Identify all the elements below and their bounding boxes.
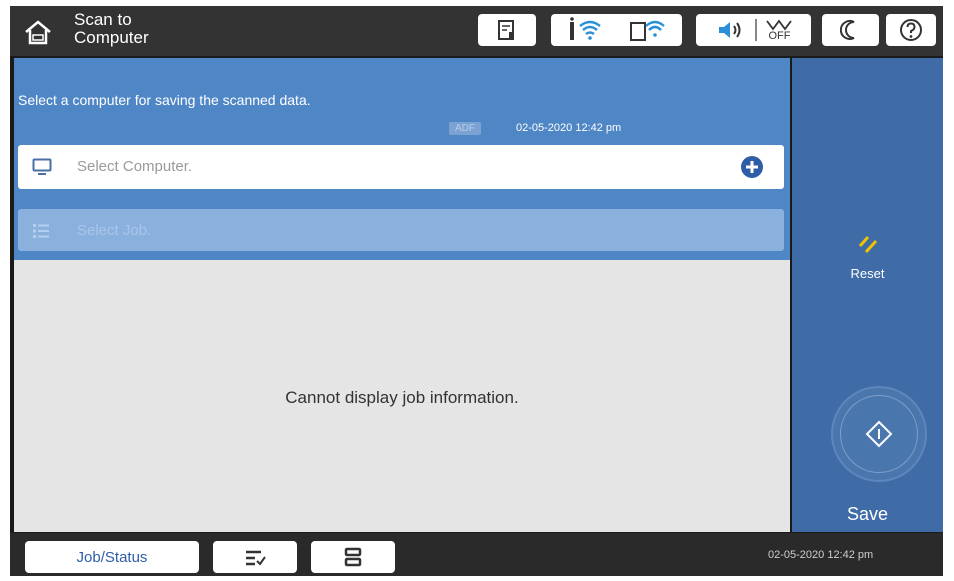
reset-button[interactable]: Reset [792,233,943,281]
eco-off-label: OFF [768,30,791,42]
computer-icon [32,158,52,175]
adf-badge: ADF [449,122,481,135]
help-icon [900,19,922,41]
network-status-button[interactable] [551,14,682,46]
start-diamond-icon [865,420,893,448]
top-bar: Scan to Computer OFF [10,6,943,56]
screen-title: Scan to Computer [74,11,149,47]
supply-status-button[interactable] [478,14,536,46]
title-line-1: Scan to [74,10,132,29]
printer-icon [344,547,362,567]
settings-panel: Select a computer for saving the scanned… [14,58,790,260]
select-computer-label: Select Computer. [77,158,193,175]
wifi-icon [569,17,601,40]
printer-status-button[interactable] [311,541,395,573]
job-status-button[interactable]: Job/Status [25,541,199,573]
select-job-label: Select Job. [77,222,152,239]
help-button[interactable] [886,14,936,46]
title-line-2: Computer [74,28,149,47]
volume-icon [718,22,740,38]
home-button[interactable] [16,14,60,50]
job-info-message: Cannot display job information. [285,388,519,407]
reset-icon [858,236,877,254]
add-computer-icon[interactable] [740,155,764,179]
select-job-field[interactable]: Select Job. [18,209,784,251]
save-start-button[interactable] [831,386,927,482]
paper-cartridge-icon [498,20,514,40]
footer-timestamp: 02-05-2020 12:42 pm [768,549,874,561]
select-computer-field[interactable]: Select Computer. [18,145,784,189]
main-panel: Select a computer for saving the scanned… [14,58,790,532]
job-list-icon [33,224,49,238]
sound-eco-button[interactable]: OFF [696,14,811,46]
sleep-moon-icon [839,20,854,40]
printer-screen: Scan to Computer OFF Select a computer f… [10,6,943,576]
reset-label: Reset [850,266,885,281]
home-icon [25,20,51,45]
save-label: Save [846,504,889,524]
sleep-button[interactable] [822,14,879,46]
instruction-text: Select a computer for saving the scanned… [18,92,311,108]
bottom-bar: Job/Status 02-05-2020 12:42 pm [10,533,943,576]
panel-timestamp: 02-05-2020 12:42 pm [516,122,622,134]
eco-off-icon: OFF [765,19,795,42]
job-list-button[interactable] [213,541,297,573]
job-queue-icon [246,550,266,566]
side-panel: Reset Save [792,58,943,532]
wifi-direct-icon [629,20,665,41]
